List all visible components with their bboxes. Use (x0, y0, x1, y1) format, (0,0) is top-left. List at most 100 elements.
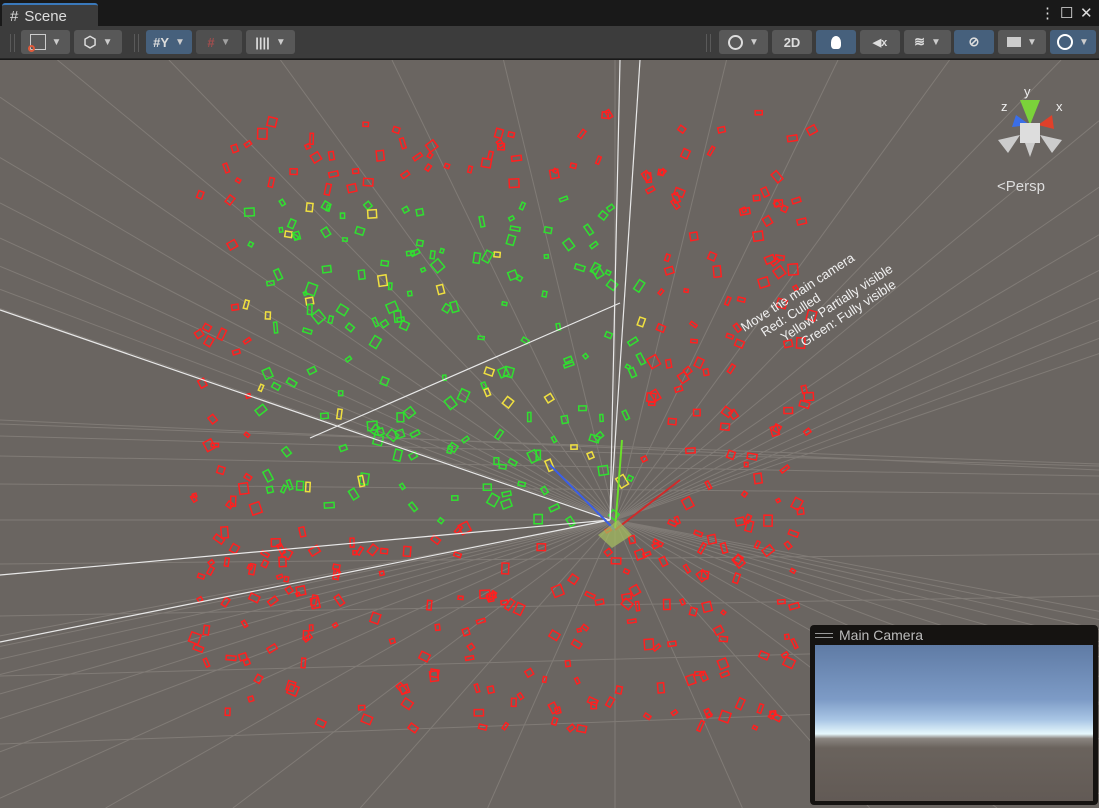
gizmo-toggle-button[interactable]: ⬡▼ (74, 30, 122, 54)
effects-button[interactable]: ≋▼ (904, 30, 951, 54)
object-bound-box (221, 597, 230, 607)
object-bound-box (508, 458, 517, 465)
object-bound-box (367, 544, 378, 556)
object-bound-box (416, 240, 423, 246)
shading-mode-button[interactable]: ▼ (719, 30, 768, 54)
grid-snap-button[interactable]: #▼ (196, 30, 242, 54)
object-bound-box (583, 353, 588, 358)
move-gizmo-x[interactable] (615, 480, 680, 530)
object-bound-box (484, 388, 491, 396)
close-button[interactable]: ✕ (1080, 4, 1093, 22)
lighting-toggle-button[interactable] (816, 30, 856, 54)
scene-viewport[interactable]: Move the main camera Red: Culled Yellow:… (0, 60, 1099, 808)
object-bound-box (637, 317, 645, 327)
object-bound-box (665, 254, 671, 261)
object-bound-box (299, 527, 306, 537)
object-bound-box (713, 266, 721, 278)
object-bound-box (230, 544, 240, 554)
more-menu-button[interactable]: ⋮ (1040, 4, 1055, 22)
object-bound-box (204, 336, 214, 347)
object-bound-box (307, 367, 316, 375)
camera-settings-button[interactable]: ▼ (998, 30, 1046, 54)
object-bound-box (784, 541, 792, 549)
object-bound-box (694, 530, 703, 536)
gizmos-button[interactable]: ▼ (1050, 30, 1096, 54)
object-bound-box (348, 488, 358, 500)
object-bound-box (494, 252, 500, 257)
2d-toggle-button[interactable]: 2D (772, 30, 812, 54)
eye-slash-icon: ⊘ (969, 34, 980, 50)
object-bound-box (241, 620, 247, 627)
object-bound-box (575, 677, 580, 684)
audio-toggle-button[interactable]: ◀x (860, 30, 900, 54)
object-bound-box (345, 323, 354, 332)
object-bound-box (657, 683, 664, 693)
object-bound-box (444, 163, 450, 168)
object-bound-box (401, 698, 413, 710)
object-bound-box (425, 164, 432, 171)
object-bound-box (703, 369, 709, 376)
object-bound-box (301, 658, 306, 668)
object-bound-box (545, 459, 555, 471)
camera-preview-overlay[interactable]: Main Camera (810, 625, 1098, 805)
object-bound-box (570, 163, 576, 168)
object-bound-box (255, 404, 267, 415)
object-bound-box (474, 710, 483, 716)
camera-icon (1007, 37, 1021, 47)
chevron-down-icon: ▼ (52, 37, 62, 48)
toolbar-grip[interactable] (706, 34, 711, 52)
drag-handle-icon[interactable] (815, 633, 833, 638)
object-bound-box (589, 434, 600, 443)
object-bound-box (754, 473, 762, 484)
tab-scene[interactable]: # Scene (2, 3, 98, 26)
object-bound-box (584, 224, 594, 235)
object-bound-box (297, 481, 304, 490)
object-bound-box (804, 392, 813, 400)
object-bound-box (549, 504, 559, 512)
object-bound-box (682, 497, 695, 510)
object-bound-box (628, 368, 636, 378)
camera-preview-title: Main Camera (839, 627, 923, 643)
toolbar-grip[interactable] (10, 34, 15, 52)
grid-visibility-button[interactable]: #Y▼ (146, 30, 192, 54)
object-bound-box (563, 238, 575, 250)
object-bound-box (444, 396, 457, 409)
object-bound-box (305, 144, 311, 150)
object-bound-box (694, 357, 704, 368)
object-bound-box (792, 197, 801, 204)
object-bound-box (468, 166, 473, 173)
object-bound-box (579, 406, 587, 411)
object-bound-box (508, 132, 515, 138)
x-axis-cone[interactable] (1038, 115, 1054, 129)
projection-toggle[interactable]: <Persp (997, 178, 1045, 195)
object-bound-box (277, 574, 283, 579)
center-cube[interactable] (1020, 123, 1040, 143)
scene-visibility-button[interactable]: ⊘ (954, 30, 994, 54)
object-bound-box (203, 658, 209, 667)
object-bound-box (753, 231, 764, 241)
object-bound-box (379, 571, 384, 576)
object-bound-box (785, 634, 790, 639)
object-bound-box (345, 356, 351, 362)
object-bound-box (479, 216, 485, 227)
object-bound-box (707, 146, 714, 156)
maximize-button[interactable]: ☐ (1060, 4, 1073, 22)
object-bound-box (548, 702, 558, 714)
object-bound-box (285, 231, 293, 238)
object-bound-box (494, 128, 503, 138)
object-bound-box (742, 491, 748, 497)
object-bound-box (369, 336, 381, 349)
toolbar-grip[interactable] (134, 34, 139, 52)
object-bound-box (684, 289, 688, 293)
object-bound-box (549, 630, 560, 640)
object-bound-box (598, 211, 607, 220)
increment-snap-button[interactable]: ||||▼ (246, 30, 295, 54)
object-bound-box (634, 280, 645, 293)
object-bound-box (627, 475, 633, 481)
orientation-gizmo[interactable]: y z x (990, 85, 1070, 175)
shading-sphere-icon (728, 35, 743, 50)
object-bound-box (686, 674, 696, 685)
object-bound-box (761, 187, 770, 197)
tool-handle-button[interactable]: ▼ (21, 30, 70, 54)
object-bound-box (780, 465, 789, 473)
